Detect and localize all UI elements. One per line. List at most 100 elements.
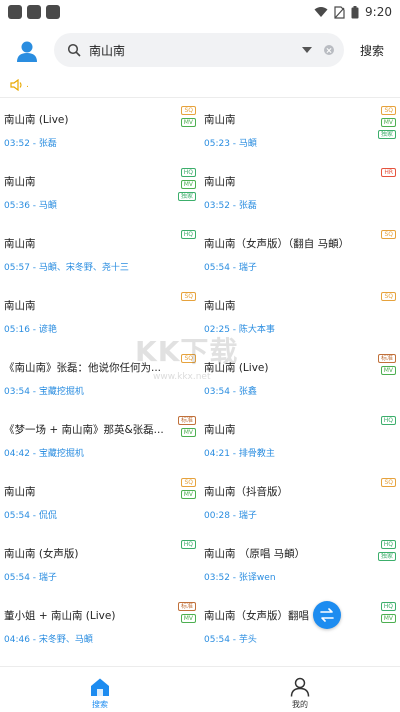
song-duration: 03:54 bbox=[4, 387, 30, 397]
user-avatar-icon[interactable] bbox=[14, 38, 40, 64]
search-input[interactable] bbox=[89, 43, 296, 57]
song-artist[interactable]: 张鑫 bbox=[239, 387, 257, 397]
quality-badge: HQ bbox=[180, 168, 196, 177]
song-meta: 04:21 - 排骨教主 bbox=[204, 446, 379, 459]
sim-icon bbox=[334, 5, 345, 19]
song-artist[interactable]: 陈大本事 bbox=[239, 325, 275, 335]
song-row: 《南山南》张磊：他说你任何为... 03:54 - 宝藏挖掘机 SQ 南山南 (Liv… bbox=[0, 350, 400, 412]
song-title: 南山南 bbox=[4, 486, 36, 498]
quality-badge: HQ bbox=[180, 540, 196, 549]
song-item[interactable]: 《南山南》张磊：他说你任何为... 03:54 - 宝藏挖掘机 SQ bbox=[0, 350, 200, 412]
song-row: 董小姐 + 南山南 (Live) 04:46 - 宋冬野、马頔 标准 MV 南山南（女声… bbox=[0, 598, 400, 660]
song-item[interactable]: 南山南 (Live) 03:54 - 张鑫 标准 MV bbox=[200, 350, 400, 412]
song-item[interactable]: 南山南 05:54 - 侃侃 SQ MV bbox=[0, 474, 200, 536]
song-item[interactable]: 南山南（女声版）翻唱 05:54 - 芋头 HQ MV bbox=[200, 598, 400, 660]
quality-badge: SQ bbox=[181, 354, 196, 363]
separator: - bbox=[229, 387, 239, 397]
song-artist[interactable]: 瑞子 bbox=[239, 511, 257, 521]
song-artist[interactable]: 宝藏挖掘机 bbox=[39, 387, 84, 397]
song-duration: 05:54 bbox=[204, 635, 230, 645]
song-item[interactable]: 南山南 04:21 - 排骨教主 HQ bbox=[200, 412, 400, 474]
song-artist[interactable]: 张磊 bbox=[39, 139, 57, 149]
tab-profile-label: 我的 bbox=[292, 700, 308, 709]
quality-badge: SQ bbox=[181, 478, 196, 487]
separator: - bbox=[229, 511, 239, 521]
quality-badge: HQ bbox=[180, 230, 196, 239]
separator: - bbox=[229, 201, 239, 211]
quality-badges: HQ bbox=[380, 416, 396, 425]
song-artist[interactable]: 马頔、宋冬野、尧十三 bbox=[39, 263, 129, 273]
song-item[interactable]: 南山南 （原唱 马頔） 03:52 - 张译wen HQ 独家 bbox=[200, 536, 400, 598]
song-meta: 03:54 - 张鑫 bbox=[204, 384, 379, 397]
app-notification-icon bbox=[27, 5, 41, 19]
song-artist[interactable]: 宝藏挖掘机 bbox=[39, 449, 84, 459]
song-item[interactable]: 南山南 (女声版) 05:54 - 瑞子 HQ bbox=[0, 536, 200, 598]
search-button[interactable]: 搜索 bbox=[360, 42, 384, 59]
song-duration: 00:28 bbox=[204, 511, 230, 521]
tab-search[interactable]: 搜索 bbox=[0, 667, 200, 712]
quality-badge: MV bbox=[380, 118, 396, 127]
song-meta: 03:52 - 张译wen bbox=[204, 570, 379, 583]
song-artist[interactable]: 宋冬野、马頔 bbox=[39, 635, 93, 645]
song-meta: 03:52 - 张磊 bbox=[204, 198, 379, 211]
song-item[interactable]: 南山南 05:23 - 马頔 SQ MV 独家 bbox=[200, 102, 400, 164]
person-icon bbox=[290, 677, 310, 697]
song-meta: 00:28 - 瑞子 bbox=[204, 508, 379, 521]
song-artist[interactable]: 瑞子 bbox=[39, 573, 57, 583]
song-results-grid: 南山南 (Live) 03:52 - 张磊 SQ MV 南山南 05:23 - 马頔 SQ M… bbox=[0, 102, 400, 660]
song-item[interactable]: 董小姐 + 南山南 (Live) 04:46 - 宋冬野、马頔 标准 MV bbox=[0, 598, 200, 660]
song-artist[interactable]: 谚艳 bbox=[39, 325, 57, 335]
song-artist[interactable]: 张磊 bbox=[239, 201, 257, 211]
song-artist[interactable]: 排骨教主 bbox=[239, 449, 275, 459]
quality-badges: SQ bbox=[381, 478, 396, 487]
quality-badges: 标准 MV bbox=[177, 416, 196, 437]
song-artist[interactable]: 芋头 bbox=[239, 635, 257, 645]
quality-badge: MV bbox=[180, 180, 196, 189]
tab-profile[interactable]: 我的 bbox=[200, 667, 400, 712]
song-duration: 05:54 bbox=[4, 511, 30, 521]
song-title: 南山南 bbox=[4, 176, 36, 188]
quality-badge: SQ bbox=[381, 292, 396, 301]
song-title: 《梦一场 + 南山南》那英&张磊... bbox=[4, 424, 164, 436]
song-artist[interactable]: 马頔 bbox=[239, 139, 257, 149]
song-item[interactable]: 南山南 05:57 - 马頔、宋冬野、尧十三 HQ bbox=[0, 226, 200, 288]
song-duration: 03:54 bbox=[204, 387, 230, 397]
song-item[interactable]: 南山南 03:52 - 张磊 HR bbox=[200, 164, 400, 226]
song-item[interactable]: 南山南（女声版）（翻自 马頔） 05:54 - 瑞子 SQ bbox=[200, 226, 400, 288]
announcement-bar[interactable]: . bbox=[10, 77, 29, 93]
song-item[interactable]: 南山南 05:36 - 马頔 HQ MV 独家 bbox=[0, 164, 200, 226]
song-artist[interactable]: 瑞子 bbox=[239, 263, 257, 273]
song-duration: 03:52 bbox=[204, 201, 230, 211]
switch-source-button[interactable] bbox=[313, 601, 341, 629]
song-item[interactable]: 南山南 (Live) 03:52 - 张磊 SQ MV bbox=[0, 102, 200, 164]
song-meta: 05:57 - 马頔、宋冬野、尧十三 bbox=[4, 260, 179, 273]
song-meta: 05:54 - 瑞子 bbox=[4, 570, 179, 583]
quality-badge: MV bbox=[380, 614, 396, 623]
quality-badge: SQ bbox=[381, 478, 396, 487]
song-meta: 05:54 - 芋头 bbox=[204, 632, 379, 645]
song-meta: 05:36 - 马頔 bbox=[4, 198, 179, 211]
search-bar[interactable] bbox=[54, 33, 344, 67]
song-artist[interactable]: 侃侃 bbox=[39, 511, 57, 521]
song-title: 南山南 bbox=[4, 300, 36, 312]
song-item[interactable]: 《梦一场 + 南山南》那英&张磊... 04:42 - 宝藏挖掘机 标准 MV bbox=[0, 412, 200, 474]
separator: - bbox=[229, 263, 239, 273]
song-artist[interactable]: 张译wen bbox=[239, 573, 276, 583]
search-header: 搜索 bbox=[0, 33, 400, 69]
song-artist[interactable]: 马頔 bbox=[39, 201, 57, 211]
quality-badge: MV bbox=[180, 118, 196, 127]
song-item[interactable]: 南山南（抖音版） 00:28 - 瑞子 SQ bbox=[200, 474, 400, 536]
chevron-down-icon[interactable] bbox=[302, 47, 312, 53]
song-title: 南山南 (女声版) bbox=[4, 548, 79, 560]
song-title: 南山南（女声版）（翻自 马頔） bbox=[204, 238, 350, 250]
song-item[interactable]: 南山南 02:25 - 陈大本事 SQ bbox=[200, 288, 400, 350]
song-duration: 03:52 bbox=[4, 139, 30, 149]
song-row: 南山南 05:36 - 马頔 HQ MV 独家 南山南 03:52 - 张磊 HR bbox=[0, 164, 400, 226]
song-item[interactable]: 南山南 05:16 - 谚艳 SQ bbox=[0, 288, 200, 350]
status-bar: 9:20 bbox=[0, 0, 400, 24]
song-meta: 05:54 - 瑞子 bbox=[204, 260, 379, 273]
clear-icon[interactable] bbox=[324, 45, 334, 55]
separator: - bbox=[229, 573, 239, 583]
quality-badge: HR bbox=[381, 168, 396, 177]
song-title: 《南山南》张磊：他说你任何为... bbox=[4, 362, 162, 374]
